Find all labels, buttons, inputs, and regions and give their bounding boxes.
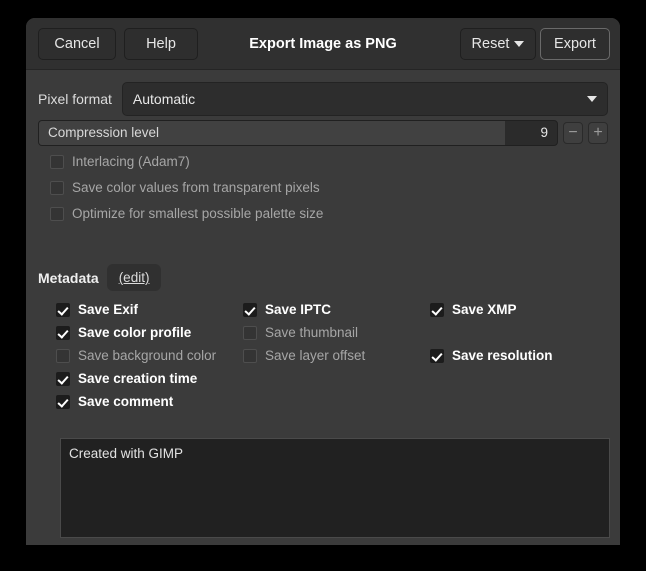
metadata-option-save-resolution[interactable]: Save resolution	[430, 348, 553, 363]
chevron-down-icon	[514, 41, 524, 47]
cancel-button[interactable]: Cancel	[38, 28, 116, 60]
metadata-section-title: Metadata	[38, 270, 99, 286]
png-option-save-color-values-from-transparent-pixels[interactable]: Save color values from transparent pixel…	[50, 180, 320, 195]
checkbox-checked-icon[interactable]	[56, 395, 70, 409]
metadata-option-save-background-color[interactable]: Save background color	[56, 348, 216, 363]
png-option-optimize-for-smallest-possible-palette-size[interactable]: Optimize for smallest possible palette s…	[50, 206, 323, 221]
export-button[interactable]: Export	[540, 28, 610, 60]
option-label: Save background color	[78, 348, 216, 363]
checkbox-unchecked-icon[interactable]	[243, 326, 257, 340]
option-label: Save comment	[78, 394, 173, 409]
option-label: Save XMP	[452, 302, 517, 317]
option-label: Interlacing (Adam7)	[72, 154, 190, 169]
checkbox-checked-icon[interactable]	[430, 303, 444, 317]
option-label: Save layer offset	[265, 348, 365, 363]
option-label: Save thumbnail	[265, 325, 358, 340]
metadata-edit-link[interactable]: (edit)	[107, 264, 162, 291]
dialog-header-bar: Export Image as PNG Cancel Help Reset Ex…	[26, 18, 620, 70]
pixel-format-select[interactable]: Automatic	[122, 82, 608, 116]
metadata-option-save-comment[interactable]: Save comment	[56, 394, 173, 409]
option-label: Save color values from transparent pixel…	[72, 180, 320, 195]
pixel-format-value: Automatic	[133, 91, 587, 107]
metadata-option-save-layer-offset[interactable]: Save layer offset	[243, 348, 365, 363]
option-label: Save IPTC	[265, 302, 331, 317]
png-option-interlacing-adam7[interactable]: Interlacing (Adam7)	[50, 154, 190, 169]
checkbox-checked-icon[interactable]	[243, 303, 257, 317]
checkbox-unchecked-icon[interactable]	[50, 207, 64, 221]
metadata-option-save-iptc[interactable]: Save IPTC	[243, 302, 331, 317]
metadata-option-save-creation-time[interactable]: Save creation time	[56, 371, 197, 386]
option-label: Optimize for smallest possible palette s…	[72, 206, 323, 221]
checkbox-checked-icon[interactable]	[430, 349, 444, 363]
compression-level-slider[interactable]: Compression level 9	[38, 120, 558, 146]
option-label: Save resolution	[452, 348, 553, 363]
checkbox-unchecked-icon[interactable]	[50, 181, 64, 195]
chevron-down-icon	[587, 96, 597, 102]
help-button[interactable]: Help	[124, 28, 198, 60]
checkbox-unchecked-icon[interactable]	[56, 349, 70, 363]
reset-button-label: Reset	[472, 36, 510, 52]
option-label: Save color profile	[78, 325, 191, 340]
compression-increment-button[interactable]: +	[588, 122, 608, 144]
pixel-format-label: Pixel format	[38, 91, 112, 107]
checkbox-checked-icon[interactable]	[56, 303, 70, 317]
reset-dropdown-button[interactable]: Reset	[460, 28, 536, 60]
metadata-option-save-exif[interactable]: Save Exif	[56, 302, 138, 317]
metadata-heading: Metadata (edit)	[38, 264, 161, 291]
checkbox-checked-icon[interactable]	[56, 372, 70, 386]
compression-level-label: Compression level	[48, 121, 159, 145]
comment-textarea[interactable]: Created with GIMP	[60, 438, 610, 538]
checkbox-checked-icon[interactable]	[56, 326, 70, 340]
pixel-format-row: Pixel format Automatic	[38, 82, 608, 116]
option-label: Save Exif	[78, 302, 138, 317]
checkbox-unchecked-icon[interactable]	[243, 349, 257, 363]
metadata-option-save-xmp[interactable]: Save XMP	[430, 302, 517, 317]
compression-level-value: 9	[540, 121, 548, 145]
dialog-body: Pixel format Automatic Compression level…	[26, 70, 620, 544]
option-label: Save creation time	[78, 371, 197, 386]
compression-decrement-button[interactable]: −	[563, 122, 583, 144]
compression-level-row: Compression level 9 − +	[38, 120, 608, 146]
metadata-option-save-thumbnail[interactable]: Save thumbnail	[243, 325, 358, 340]
checkbox-unchecked-icon[interactable]	[50, 155, 64, 169]
metadata-option-save-color-profile[interactable]: Save color profile	[56, 325, 191, 340]
export-png-dialog: Export Image as PNG Cancel Help Reset Ex…	[26, 18, 620, 545]
